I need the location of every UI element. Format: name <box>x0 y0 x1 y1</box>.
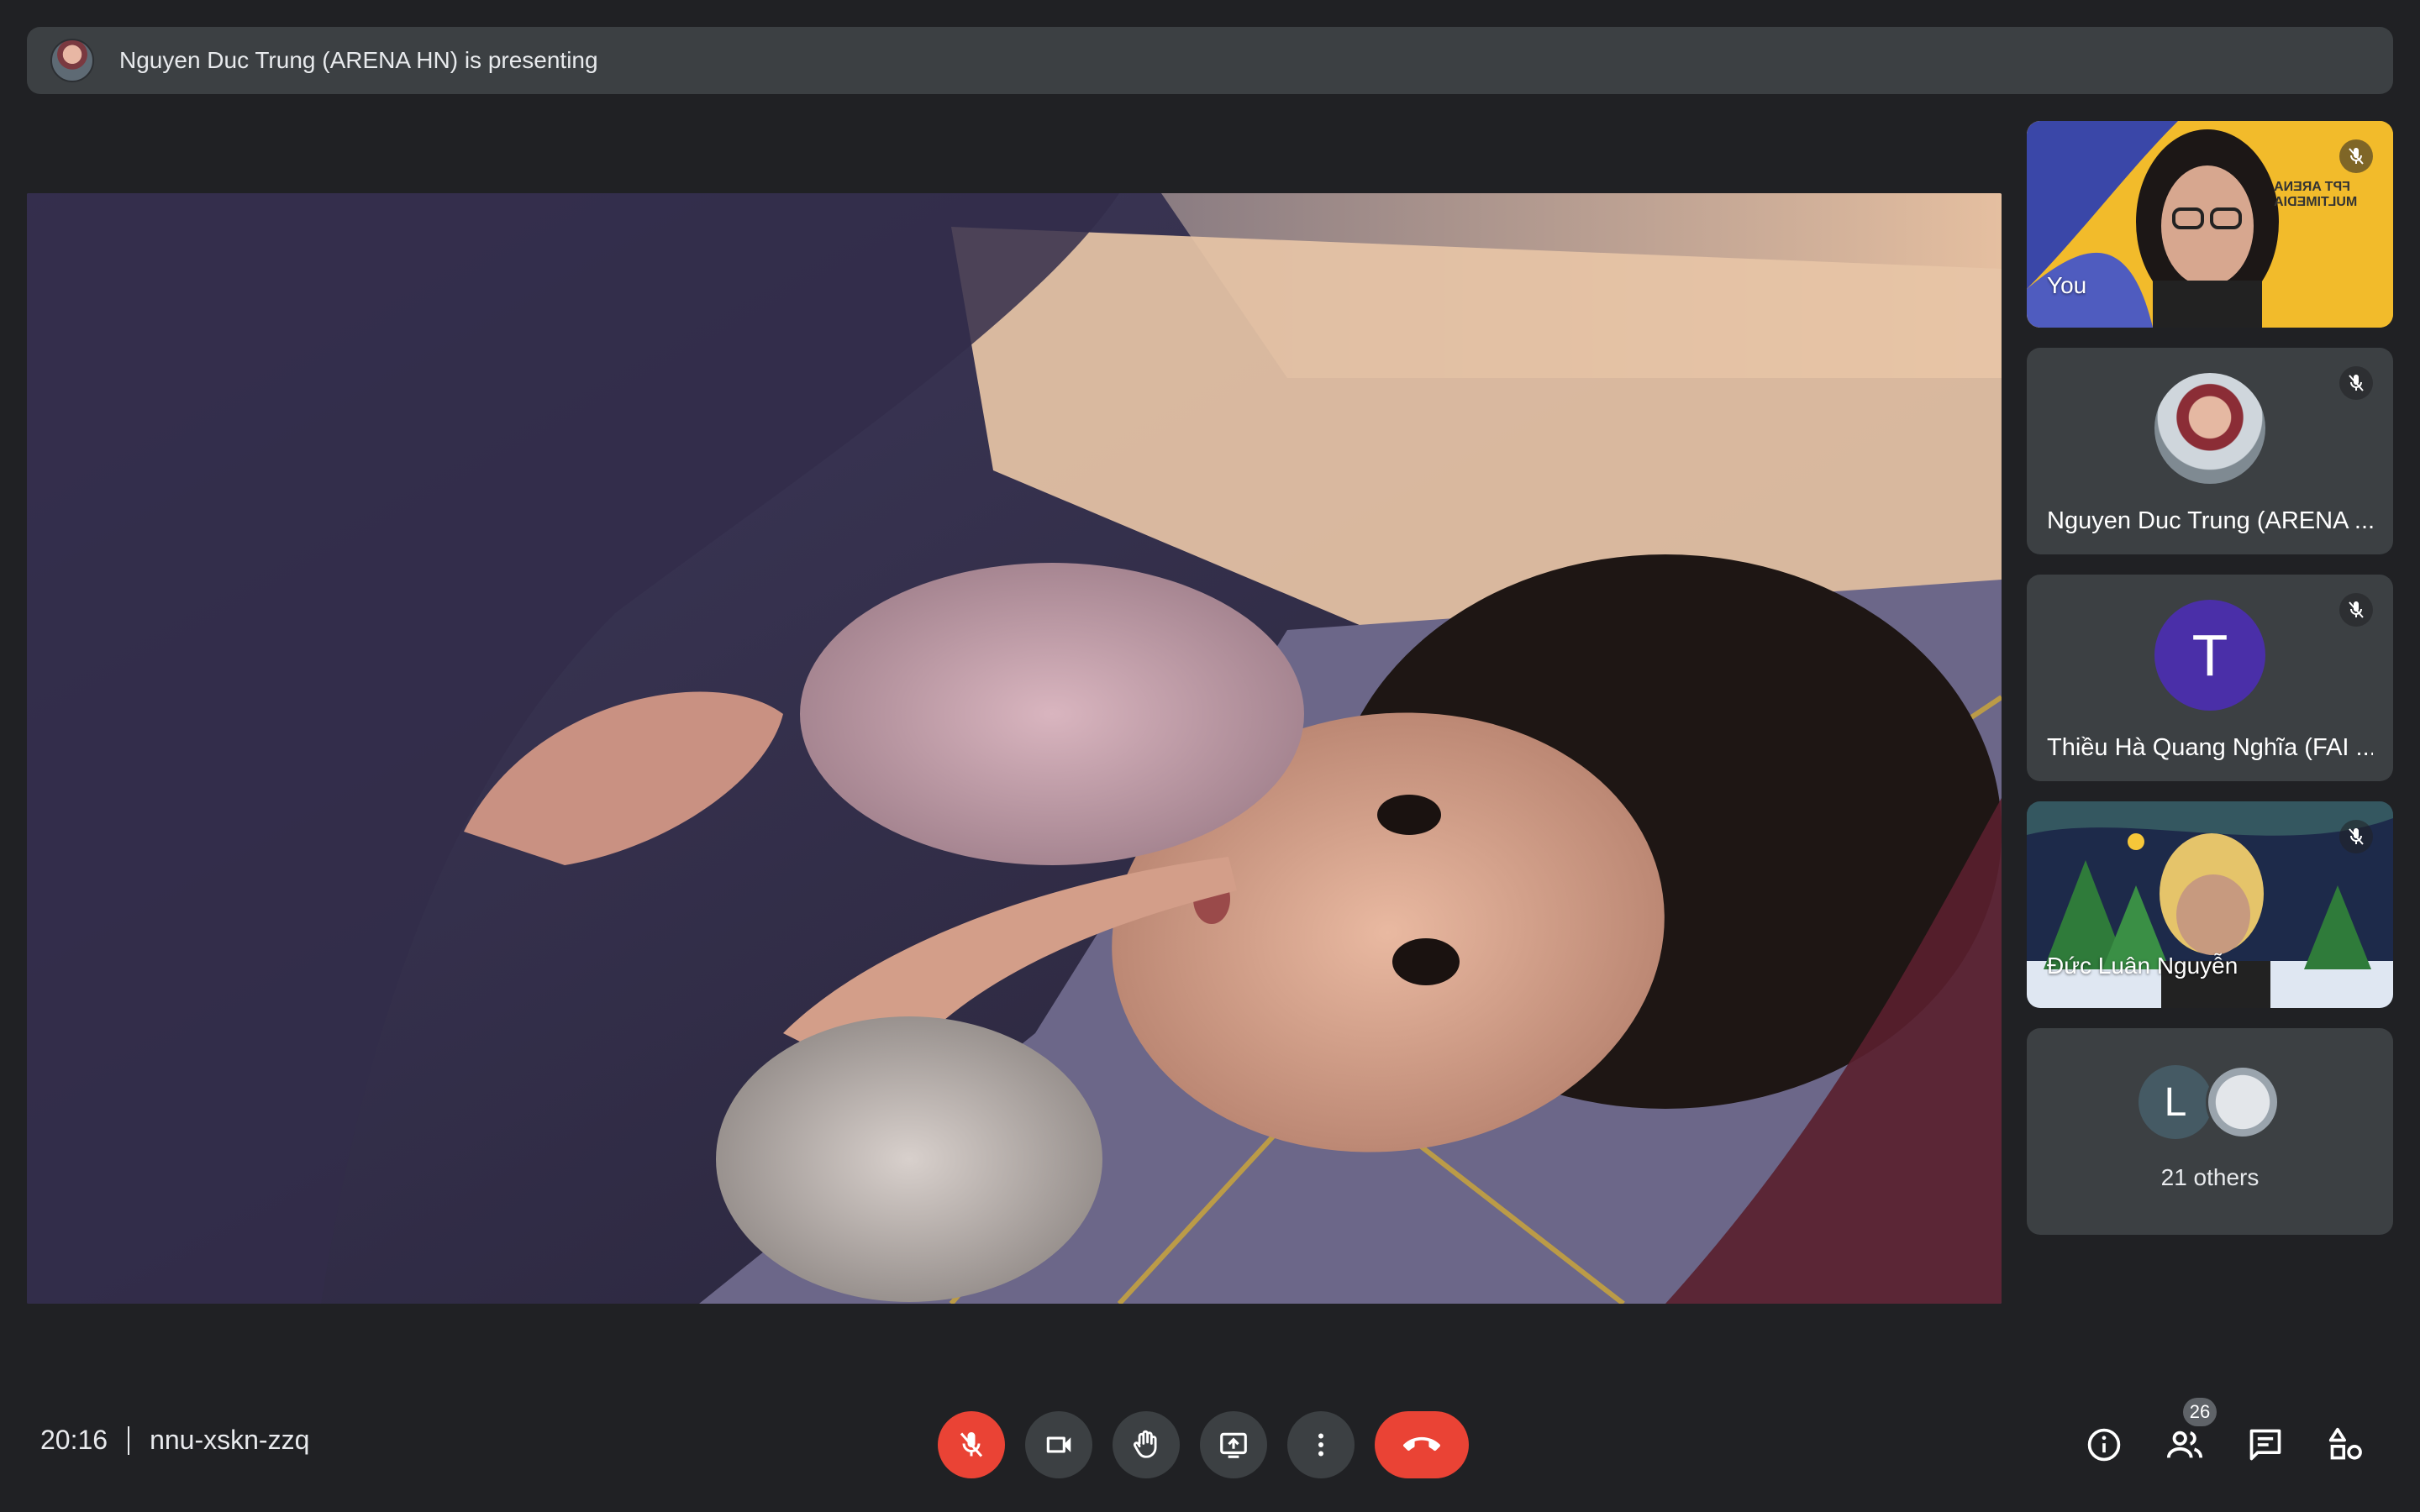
participant-name: Đức Luân Nguyễn <box>2047 953 2238 979</box>
others-avatars: L <box>2139 1065 2281 1141</box>
participant-name: You <box>2047 272 2087 298</box>
chat-button[interactable] <box>2232 1411 2299 1478</box>
participant-tile-thieu-ha-quang-nghia[interactable]: T Thiều Hà Quang Nghĩa (FAI ... <box>2027 575 2393 781</box>
participant-avatar <box>2154 373 2265 484</box>
participant-tile-you[interactable]: FPT ARENA MULTIMEDIA You <box>2027 121 2393 328</box>
you-background-sign: FPT ARENA MULTIMEDIA <box>2274 180 2358 209</box>
participant-avatar: T <box>2154 600 2265 711</box>
more-vert-icon <box>1318 1433 1323 1457</box>
present-screen-icon <box>1220 1432 1247 1458</box>
mic-off-indicator <box>2339 366 2373 400</box>
presenting-banner: Nguyen Duc Trung (ARENA HN) is presentin… <box>27 27 2393 94</box>
divider <box>128 1425 130 1455</box>
meeting-details-button[interactable] <box>2070 1411 2138 1478</box>
activities-icon <box>2328 1427 2362 1460</box>
participant-name: Nguyen Duc Trung (ARENA ... <box>2047 507 2373 534</box>
presenting-text: Nguyen Duc Trung (ARENA HN) is presentin… <box>119 47 598 73</box>
leave-call-button[interactable] <box>1375 1411 1469 1478</box>
videocam-icon <box>1046 1436 1071 1453</box>
chat-icon <box>2249 1429 2281 1461</box>
meeting-details: 20:16 nnu-xskn-zzq <box>40 1425 309 1456</box>
mic-off-indicator <box>2339 139 2373 173</box>
participant-name: Thiều Hà Quang Nghĩa (FAI ... <box>2047 734 2373 761</box>
side-tools: 26 <box>2057 1398 2380 1478</box>
meeting-code: nnu-xskn-zzq <box>150 1425 310 1455</box>
mic-off-indicator <box>2339 820 2373 853</box>
present-now-button[interactable] <box>1200 1411 1267 1478</box>
call-controls <box>938 1411 1469 1478</box>
activities-button[interactable] <box>2312 1411 2380 1478</box>
mic-off-icon <box>960 1432 983 1457</box>
others-label: 21 others <box>2160 1164 2260 1190</box>
mic-off-icon <box>2349 601 2364 618</box>
presentation-stage[interactable] <box>27 193 2002 1304</box>
participant-tile-nguyen-duc-trung[interactable]: Nguyen Duc Trung (ARENA ... <box>2027 348 2393 554</box>
raise-hand-button[interactable] <box>1113 1411 1180 1478</box>
more-options-button[interactable] <box>1287 1411 1355 1478</box>
people-icon <box>2166 1431 2203 1458</box>
camera-toggle-button[interactable] <box>1025 1411 1092 1478</box>
mic-off-icon <box>2349 148 2364 165</box>
participant-tile-duc-luan-nguyen[interactable]: Đức Luân Nguyễn <box>2027 801 2393 1008</box>
mic-off-icon <box>2349 828 2364 845</box>
others-tile[interactable]: L 21 others <box>2027 1028 2393 1235</box>
people-count-badge: 26 <box>2183 1398 2217 1426</box>
raise-hand-icon <box>1133 1430 1157 1458</box>
meeting-time: 20:16 <box>40 1425 108 1455</box>
mic-off-icon <box>2349 375 2364 391</box>
info-icon <box>2087 1428 2121 1462</box>
mic-off-indicator <box>2339 593 2373 627</box>
people-button[interactable]: 26 <box>2151 1398 2218 1478</box>
presenter-avatar <box>50 39 94 82</box>
call-end-icon <box>1403 1436 1440 1452</box>
others-avatar-photo <box>2206 1065 2280 1139</box>
presentation-video <box>27 193 2002 1304</box>
others-avatar-letter: L <box>2139 1065 2212 1139</box>
mic-toggle-button[interactable] <box>938 1411 1005 1478</box>
